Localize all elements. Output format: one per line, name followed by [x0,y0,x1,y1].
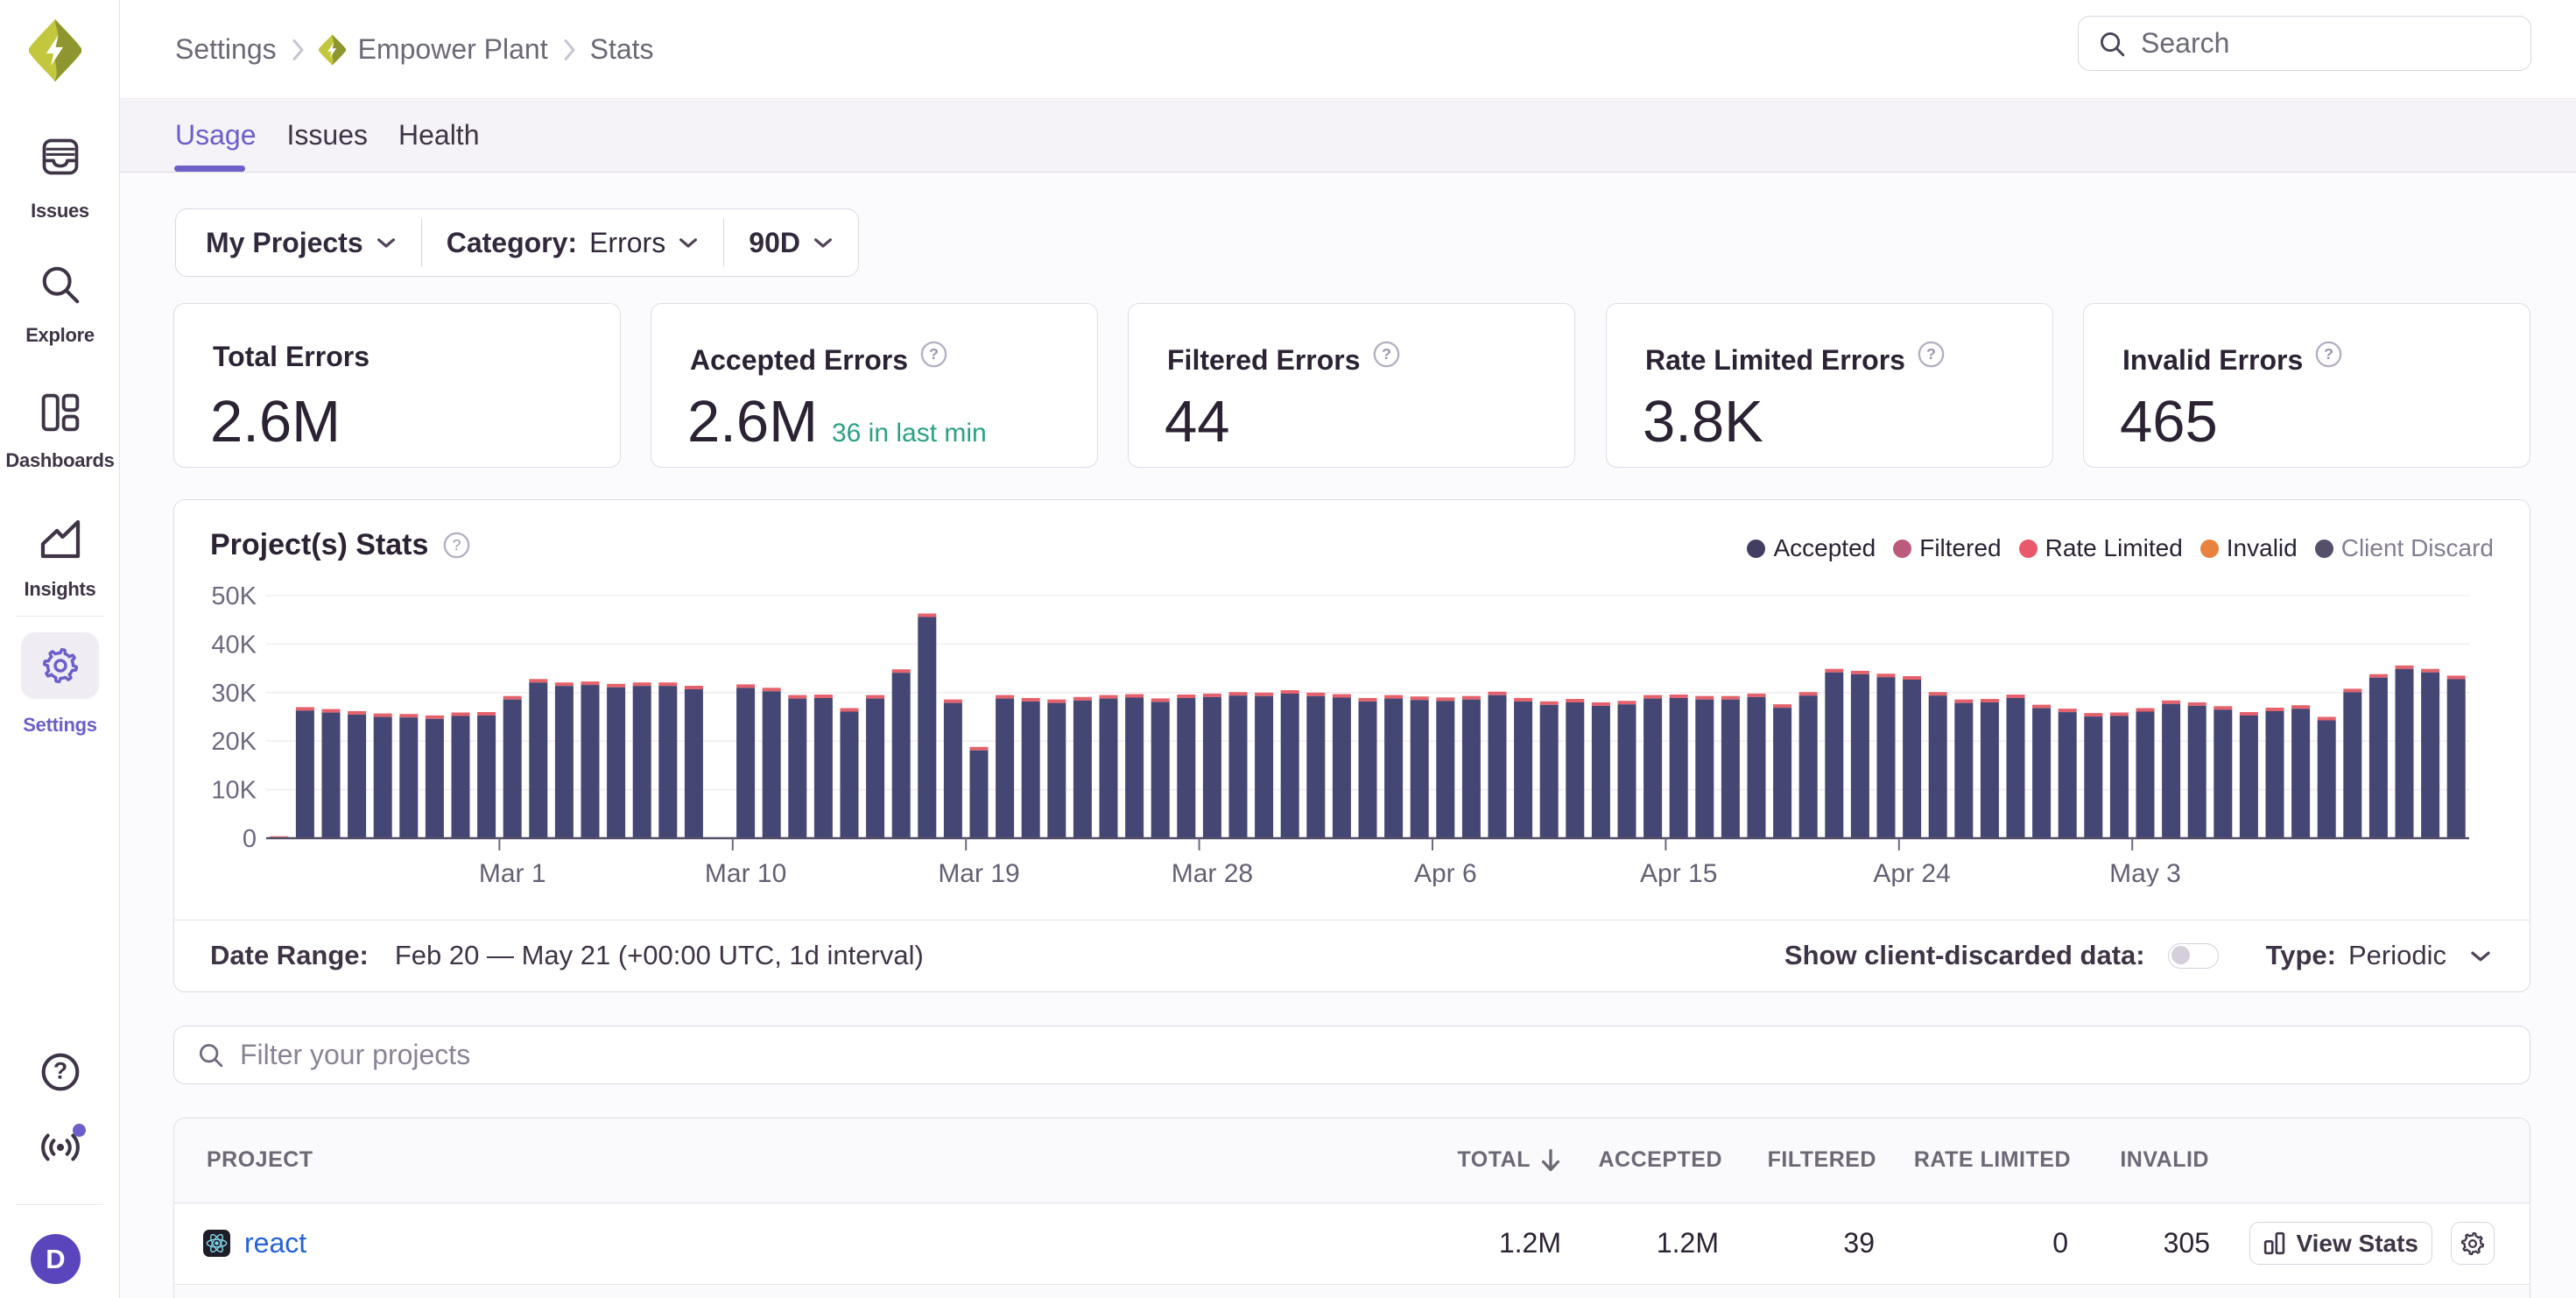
svg-text:?: ? [929,345,939,363]
svg-text:Mar 28: Mar 28 [1172,859,1253,886]
svg-text:?: ? [1926,345,1936,363]
svg-text:Mar 10: Mar 10 [705,859,786,886]
svg-text:20K: 20K [211,728,257,756]
svg-text:?: ? [53,1057,67,1083]
svg-text:Apr 15: Apr 15 [1640,859,1717,886]
svg-text:Apr 24: Apr 24 [1873,859,1950,886]
svg-text:Mar 19: Mar 19 [938,859,1019,886]
svg-text:30K: 30K [211,680,257,708]
svg-text:10K: 10K [211,777,257,805]
svg-text:40K: 40K [211,631,257,659]
svg-text:?: ? [1382,345,1391,363]
svg-text:May 3: May 3 [2109,859,2181,886]
svg-text:?: ? [2324,345,2333,363]
svg-text:0: 0 [243,825,257,853]
svg-text:Apr 6: Apr 6 [1414,859,1477,886]
svg-text:50K: 50K [211,582,257,610]
svg-text:Mar 1: Mar 1 [479,859,546,886]
